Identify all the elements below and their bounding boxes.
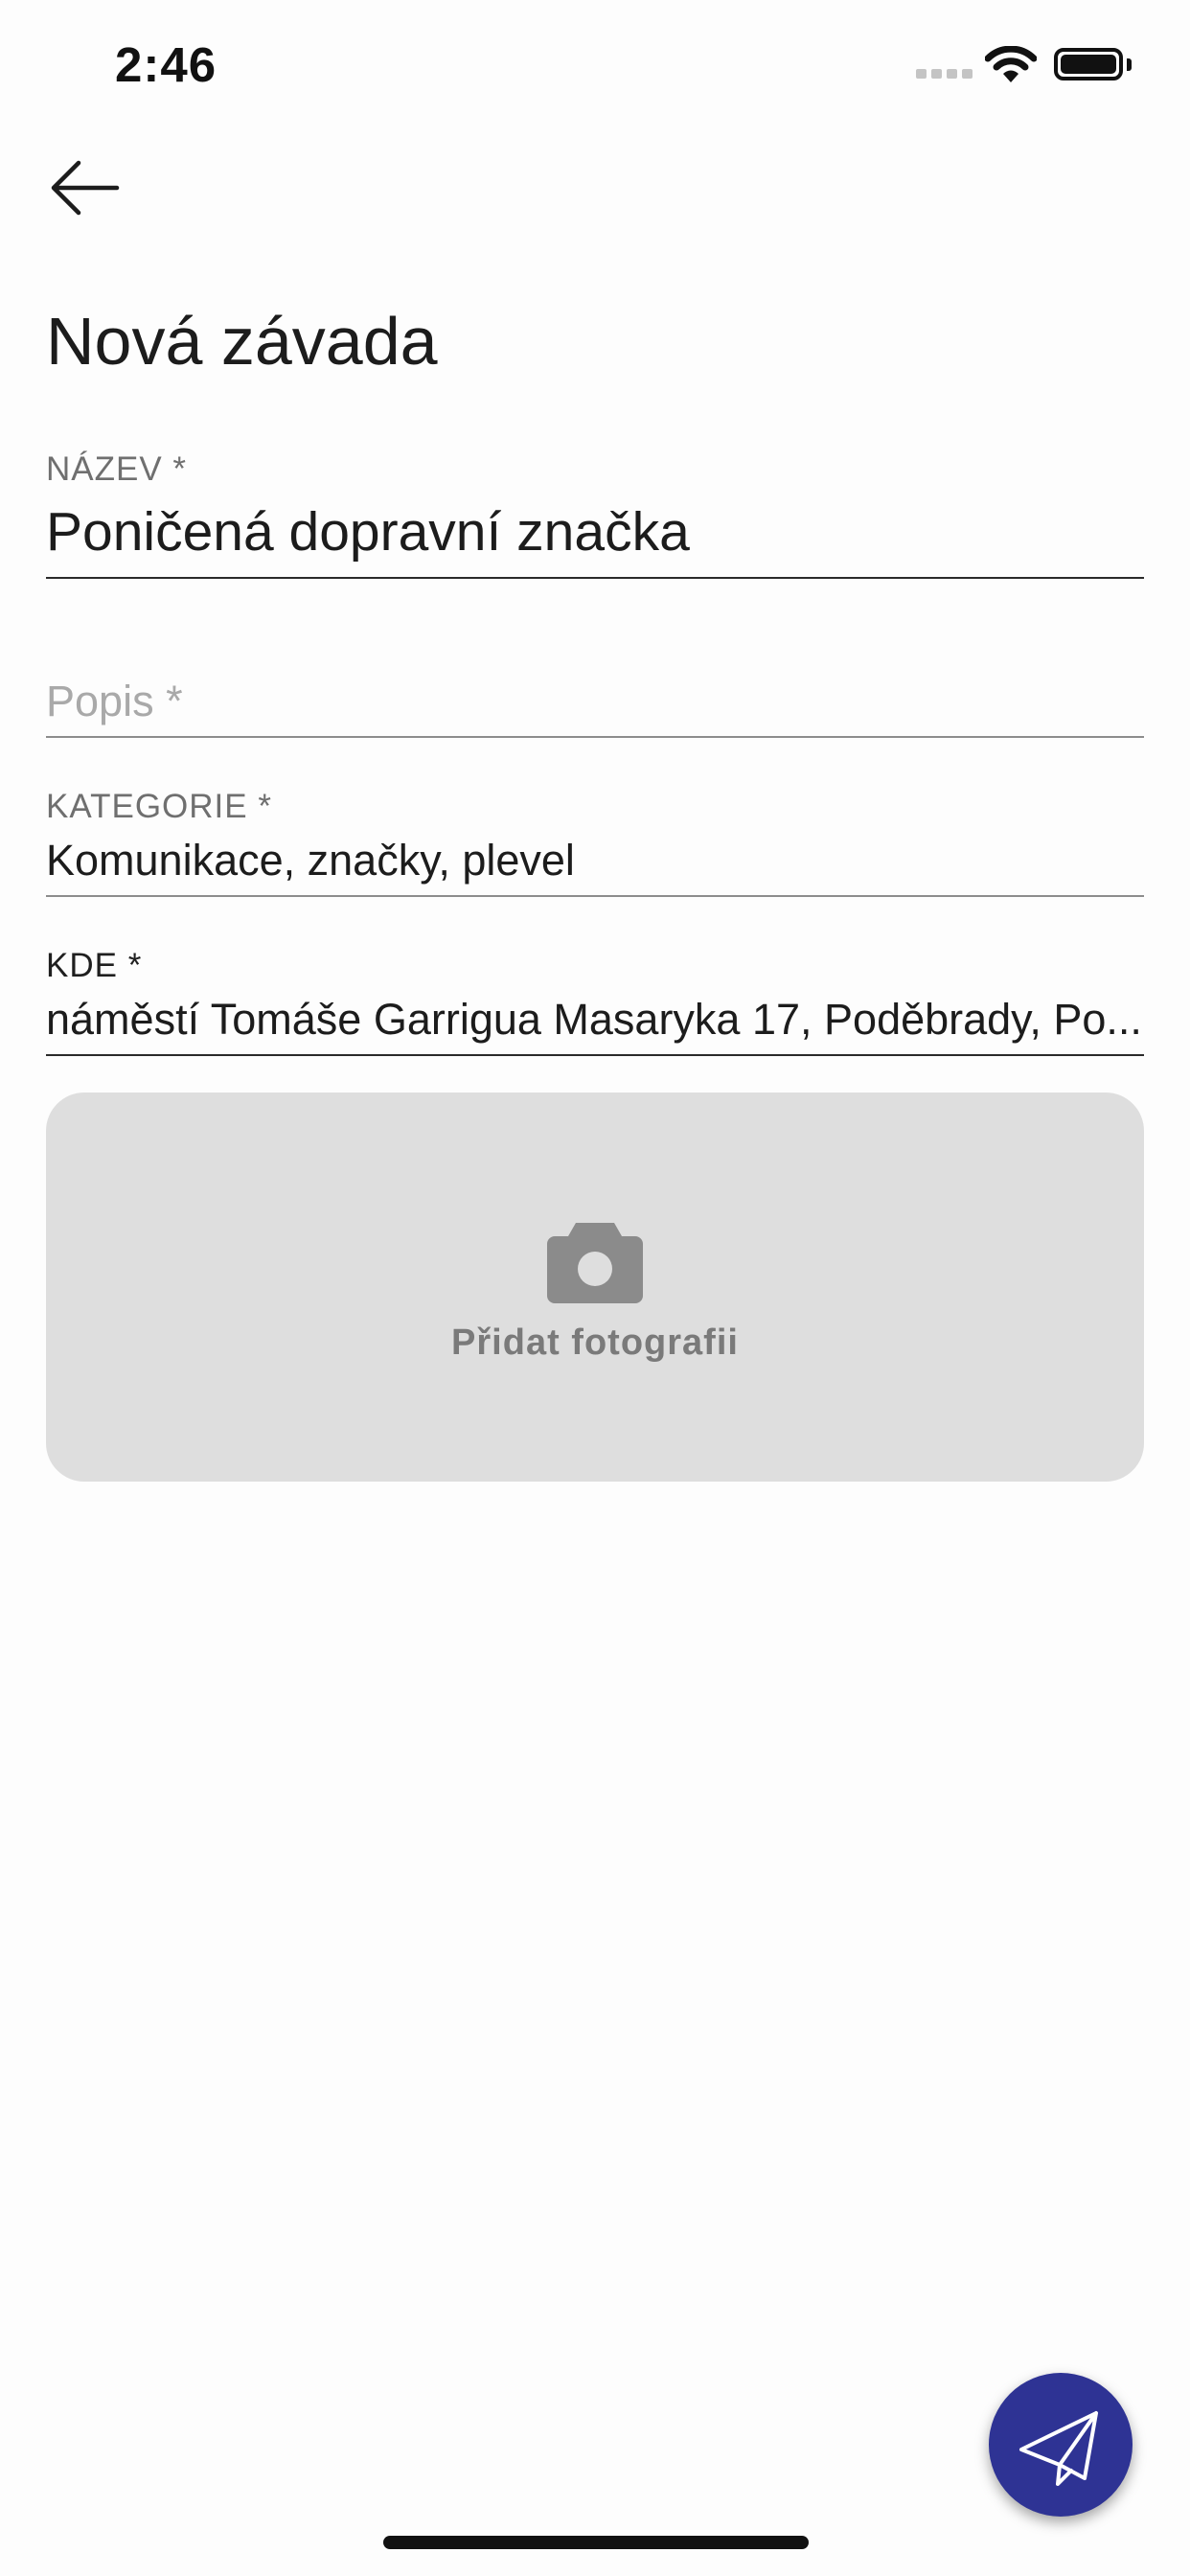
status-time: 2:46: [115, 37, 217, 92]
home-indicator: [383, 2536, 809, 2549]
name-underline: [46, 577, 1144, 579]
location-value[interactable]: náměstí Tomáše Garrigua Masaryka 17, Pod…: [46, 995, 1144, 1045]
arrow-left-icon: [51, 160, 120, 216]
description-underline: [46, 736, 1144, 738]
page-title: Nová závada: [46, 304, 438, 379]
paper-plane-icon: [1019, 2411, 1098, 2486]
signal-dots-icon: [916, 69, 973, 82]
category-field[interactable]: KATEGORIE * Komunikace, značky, plevel: [46, 788, 1144, 899]
add-photo-button[interactable]: Přidat fotografii: [46, 1092, 1144, 1482]
name-value[interactable]: Poničená dopravní značka: [46, 500, 1144, 564]
battery-icon: [1054, 48, 1123, 80]
back-button[interactable]: [48, 157, 125, 218]
category-underline: [46, 895, 1144, 897]
wifi-icon: [985, 46, 1037, 82]
location-underline: [46, 1054, 1144, 1056]
name-label: NÁZEV *: [46, 450, 188, 488]
add-photo-label: Přidat fotografii: [451, 1322, 739, 1363]
battery-nub: [1127, 58, 1132, 71]
camera-icon: [547, 1223, 643, 1303]
send-button[interactable]: [989, 2373, 1133, 2517]
category-label: KATEGORIE *: [46, 788, 272, 825]
location-field[interactable]: KDE * náměstí Tomáše Garrigua Masaryka 1…: [46, 947, 1144, 1058]
name-field[interactable]: NÁZEV * Poničená dopravní značka: [46, 450, 1144, 581]
location-label: KDE *: [46, 947, 143, 984]
category-value[interactable]: Komunikace, značky, plevel: [46, 836, 1144, 886]
description-field[interactable]: Popis *: [46, 671, 1144, 740]
description-placeholder[interactable]: Popis *: [46, 677, 1144, 726]
